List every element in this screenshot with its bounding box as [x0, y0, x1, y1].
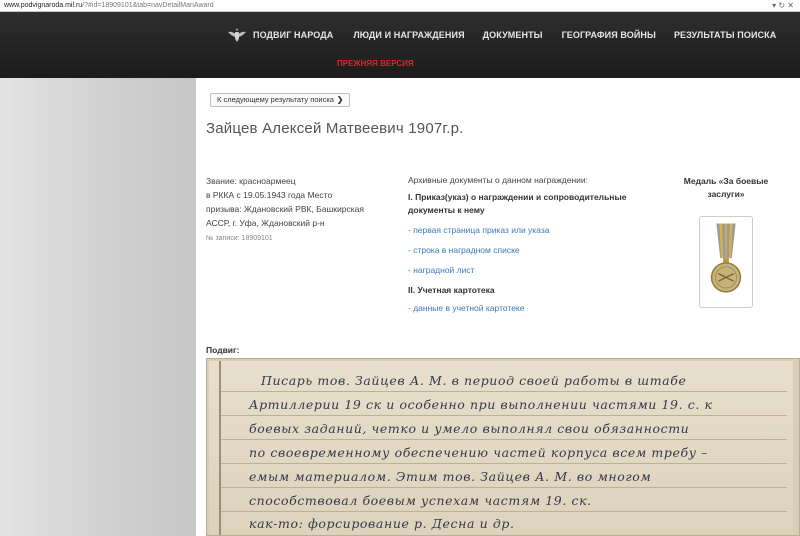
next-result-button[interactable]: К следующему результату поиска ❯: [210, 93, 351, 107]
archive-header: Архивные документы о данном награждении:: [408, 175, 588, 185]
handwriting-line: по своевременному обеспечению частей кор…: [249, 445, 708, 460]
ruling-line: [221, 391, 787, 392]
chevron-right-icon: ❯: [336, 95, 344, 104]
nav-item-search-results[interactable]: РЕЗУЛЬТАТЫ ПОИСКА: [674, 30, 776, 40]
nav-item-people-awards[interactable]: ЛЮДИ И НАГРАЖДЕНИЯ: [353, 30, 464, 40]
next-result-label: К следующему результату поиска: [217, 95, 334, 104]
person-info: Звание: красноармеец в РККА с 19.05.1943…: [206, 174, 394, 230]
ruling-line: [221, 439, 787, 440]
medal-thumbnail[interactable]: [699, 216, 753, 308]
medal-title: Медаль «За боевые заслуги»: [683, 176, 769, 199]
close-icon[interactable]: ✕: [787, 1, 794, 10]
info-line: АССР, г. Уфа, Ждановский р-н: [206, 218, 325, 228]
document-paper: Писарь тов. Зайцев А. М. в период своей …: [209, 361, 793, 535]
link-award-sheet[interactable]: - наградной лист: [408, 265, 628, 275]
nav-item-war-geography[interactable]: ГЕОГРАФИЯ ВОЙНЫ: [562, 30, 656, 40]
nav-item-podvig-naroda[interactable]: ПОДВИГ НАРОДА: [253, 30, 333, 40]
record-number: № записи: 18909101: [206, 235, 273, 242]
site-header: ПОДВИГ НАРОДА ЛЮДИ И НАГРАЖДЕНИЯ ДОКУМЕН…: [0, 12, 800, 80]
ruling-line: [221, 415, 787, 416]
margin-line: [219, 361, 221, 535]
feat-label: Подвиг:: [206, 345, 240, 355]
main-nav: ПОДВИГ НАРОДА ЛЮДИ И НАГРАЖДЕНИЯ ДОКУМЕН…: [227, 26, 776, 44]
nav-item-documents[interactable]: ДОКУМЕНТЫ: [483, 30, 543, 40]
left-background-panel: [0, 78, 196, 536]
handwriting-line: боевых заданий, четко и умело выполнял с…: [249, 421, 690, 436]
reload-icon[interactable]: ↻: [778, 1, 785, 10]
medal-icon: [710, 223, 742, 293]
main-content: К следующему результату поиска ❯ Зайцев А…: [196, 78, 800, 536]
handwriting-line: емым материалом. Этим тов. Зайцев А. М. …: [249, 469, 652, 484]
link-order-first-page[interactable]: - первая страница приказ или указа: [408, 225, 628, 235]
handwriting-line: как-то: форсирование р. Десна и др.: [249, 516, 515, 531]
ruling-line: [221, 511, 787, 512]
address-bar-controls[interactable]: ▾ ↻ ✕: [772, 0, 794, 12]
info-line: призыва: Ждановский РВК, Башкирская: [206, 204, 364, 214]
archive-documents: Архивные документы о данном награждении:…: [408, 175, 628, 323]
handwriting-line: способствовал боевым успехам частям 19. …: [249, 493, 592, 508]
handwriting-line: Артиллерии 19 ск и особенно при выполнен…: [249, 397, 713, 412]
previous-version-link[interactable]: ПРЕЖНЯЯ ВЕРСИЯ: [337, 59, 414, 68]
handwriting-line: Писарь тов. Зайцев А. М. в период своей …: [261, 373, 687, 388]
url-domain: www.podvignaroda.mil.ru: [4, 2, 83, 9]
info-line: Звание: красноармеец: [206, 176, 296, 186]
link-award-list-row[interactable]: - строка в наградном списке: [408, 245, 628, 255]
eagle-emblem-icon[interactable]: [227, 26, 247, 44]
archive-section-order: I. Приказ(указ) о награждении и сопровод…: [408, 192, 627, 215]
award-document-scan: Писарь тов. Зайцев А. М. в период своей …: [206, 358, 800, 536]
url-path: /?#id=18909101&tab=navDetailManAward: [82, 2, 214, 9]
address-bar[interactable]: www.podvignaroda.mil.ru/?#id=18909101&ta…: [0, 0, 800, 12]
info-line: в РККА с 19.05.1943 года Место: [206, 190, 333, 200]
person-name-title: Зайцев Алексей Матвеевич 1907г.р.: [206, 120, 464, 137]
link-card-index-data[interactable]: - данные в учетной картотеке: [408, 303, 628, 313]
ruling-line: [221, 463, 787, 464]
ruling-line: [221, 487, 787, 488]
archive-section-card-index: II. Учетная картотека: [408, 285, 495, 295]
dropdown-arrow-icon[interactable]: ▾: [772, 1, 776, 10]
